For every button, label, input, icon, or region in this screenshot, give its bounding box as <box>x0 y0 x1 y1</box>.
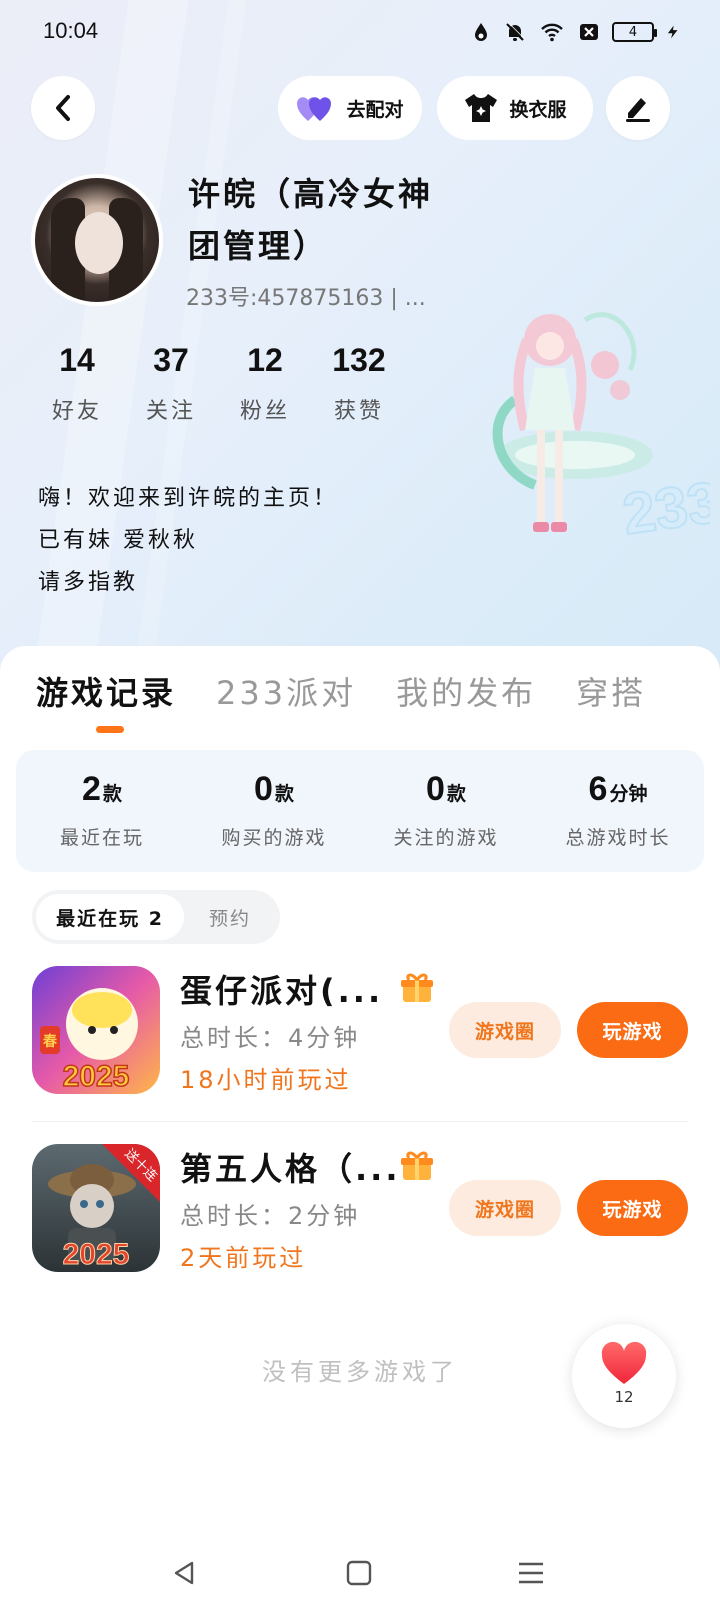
tab-outfits[interactable]: 穿搭 <box>576 668 646 714</box>
battery-level: 4 <box>628 24 638 40</box>
battery-icon: 4 <box>612 22 657 42</box>
summary-total-time[interactable]: 6 分钟 总游戏时长 <box>532 750 704 872</box>
gift-icon[interactable] <box>400 1150 434 1182</box>
summary-value: 0 <box>426 770 445 808</box>
icon-badge: 春 <box>42 1033 58 1050</box>
gift-icon[interactable] <box>400 972 434 1004</box>
summary-purchased[interactable]: 0款 购买的游戏 <box>188 750 360 872</box>
badge-233: 233 <box>619 469 710 547</box>
nav-back-icon[interactable] <box>170 1558 200 1588</box>
avatar-character-illustration[interactable]: 233 <box>455 280 710 580</box>
summary-value: 6 <box>588 770 608 808</box>
bio-line: 嗨！欢迎来到许皖的主页！ <box>38 486 339 511</box>
stat-label: 粉丝 <box>239 399 290 424</box>
divider <box>32 1121 688 1122</box>
profile-name: 许皖（高冷女神团管理） <box>188 175 434 265</box>
game-duration: 总时长：2分钟 <box>180 1202 361 1230</box>
nav-home-icon[interactable] <box>344 1558 374 1588</box>
stat-value: 14 <box>59 342 95 378</box>
like-count: 12 <box>614 1388 634 1406</box>
summary-value: 0 <box>254 770 273 808</box>
back-arrow-icon <box>56 95 70 121</box>
summary-unit: 款 <box>274 783 294 805</box>
game-row[interactable]: 春 2025 蛋仔派对(... 总时长：4分钟 18小时前玩过 游戏圈 玩游戏 <box>32 966 688 1094</box>
profile-page: 10:04 4 去配对 换衣服 许皖（高冷女神团管理） 233号:4578751… <box>0 0 720 1612</box>
game-summary: 2款 最近在玩 0款 购买的游戏 0款 关注的游戏 6 分钟 总游戏时长 <box>16 750 704 872</box>
identity-v-icon: 送十连 2025 <box>32 1144 160 1272</box>
match-label: 去配对 <box>346 98 404 121</box>
change-outfit-button[interactable]: 换衣服 <box>437 76 593 140</box>
avatar[interactable] <box>31 174 163 306</box>
summary-unit: 分钟 <box>609 783 648 805</box>
charging-icon <box>667 25 678 39</box>
heart-icon <box>601 1342 647 1384</box>
game-last-played: 2天前玩过 <box>180 1244 307 1272</box>
profile-uid[interactable]: 233号:457875163 | ... <box>186 280 426 312</box>
stat-label: 关注 <box>145 399 196 424</box>
game-duration: 总时长：4分钟 <box>180 1024 361 1052</box>
stat-value: 132 <box>332 342 386 378</box>
profile-bio: 嗨！欢迎来到许皖的主页！ 已有妹 爱秋秋 请多指教 <box>38 478 338 604</box>
match-button[interactable]: 去配对 <box>278 76 422 140</box>
summary-label: 总游戏时长 <box>565 827 671 849</box>
stat-label: 获赞 <box>333 399 384 424</box>
game-list-segment: 最近在玩 2 预约 <box>32 890 280 944</box>
stat-friends[interactable]: 14 好友 <box>30 342 124 425</box>
profile-tabs: 游戏记录 233派对 我的发布 穿搭 <box>36 668 686 714</box>
icon-year: 2025 <box>63 1238 130 1271</box>
edit-profile-button[interactable] <box>606 76 670 140</box>
summary-unit: 款 <box>102 783 122 805</box>
wifi-icon <box>541 23 563 42</box>
play-game-button[interactable]: 玩游戏 <box>577 1002 688 1058</box>
game-last-played: 18小时前玩过 <box>180 1066 352 1094</box>
sim-x-icon <box>580 24 598 40</box>
summary-recent[interactable]: 2款 最近在玩 <box>16 750 188 872</box>
stat-value: 37 <box>153 342 189 378</box>
profile-stats: 14 好友 37 关注 12 粉丝 132 获赞 <box>30 342 406 425</box>
summary-unit: 款 <box>446 783 466 805</box>
stat-label: 好友 <box>51 399 102 424</box>
nav-menu-icon[interactable] <box>516 1558 546 1588</box>
segment-reserve[interactable]: 预约 <box>184 894 276 940</box>
status-time: 10:04 <box>43 18 99 43</box>
game-title: 蛋仔派对(... <box>180 972 384 1010</box>
summary-followed[interactable]: 0款 关注的游戏 <box>360 750 532 872</box>
tab-233-party[interactable]: 233派对 <box>216 668 356 714</box>
back-button[interactable] <box>31 76 95 140</box>
game-row[interactable]: 送十连 2025 第五人格（... 总时长：2分钟 2天前玩过 游戏圈 玩游戏 <box>32 1144 688 1272</box>
status-bar: 10:04 4 <box>0 0 720 64</box>
tab-game-records[interactable]: 游戏记录 <box>36 668 176 714</box>
game-title: 第五人格（... <box>180 1150 401 1188</box>
game-circle-button[interactable]: 游戏圈 <box>449 1002 561 1058</box>
bio-line: 已有妹 爱秋秋 <box>38 528 198 553</box>
tab-indicator <box>96 726 124 733</box>
stat-likes[interactable]: 132 获赞 <box>312 342 406 425</box>
icon-year: 2025 <box>63 1060 130 1093</box>
eggy-party-icon: 春 2025 <box>32 966 160 1094</box>
like-button[interactable]: 12 <box>572 1324 676 1428</box>
stat-value: 12 <box>247 342 283 378</box>
summary-value: 2 <box>82 770 101 808</box>
game-circle-button[interactable]: 游戏圈 <box>449 1180 561 1236</box>
pencil-icon <box>626 98 650 122</box>
play-game-button[interactable]: 玩游戏 <box>577 1180 688 1236</box>
summary-label: 关注的游戏 <box>393 827 499 849</box>
double-heart-icon <box>297 97 332 121</box>
tab-my-posts[interactable]: 我的发布 <box>396 668 536 714</box>
stat-fans[interactable]: 12 粉丝 <box>218 342 312 425</box>
outfit-label: 换衣服 <box>509 98 567 121</box>
tshirt-icon <box>465 94 498 122</box>
water-drop-icon <box>475 23 487 41</box>
bell-off-icon <box>506 22 525 41</box>
bio-line: 请多指教 <box>38 570 139 595</box>
summary-label: 购买的游戏 <box>221 827 327 849</box>
summary-label: 最近在玩 <box>59 827 144 849</box>
stat-following[interactable]: 37 关注 <box>124 342 218 425</box>
system-nav-bar <box>0 1540 720 1612</box>
segment-recent[interactable]: 最近在玩 2 <box>36 894 184 940</box>
